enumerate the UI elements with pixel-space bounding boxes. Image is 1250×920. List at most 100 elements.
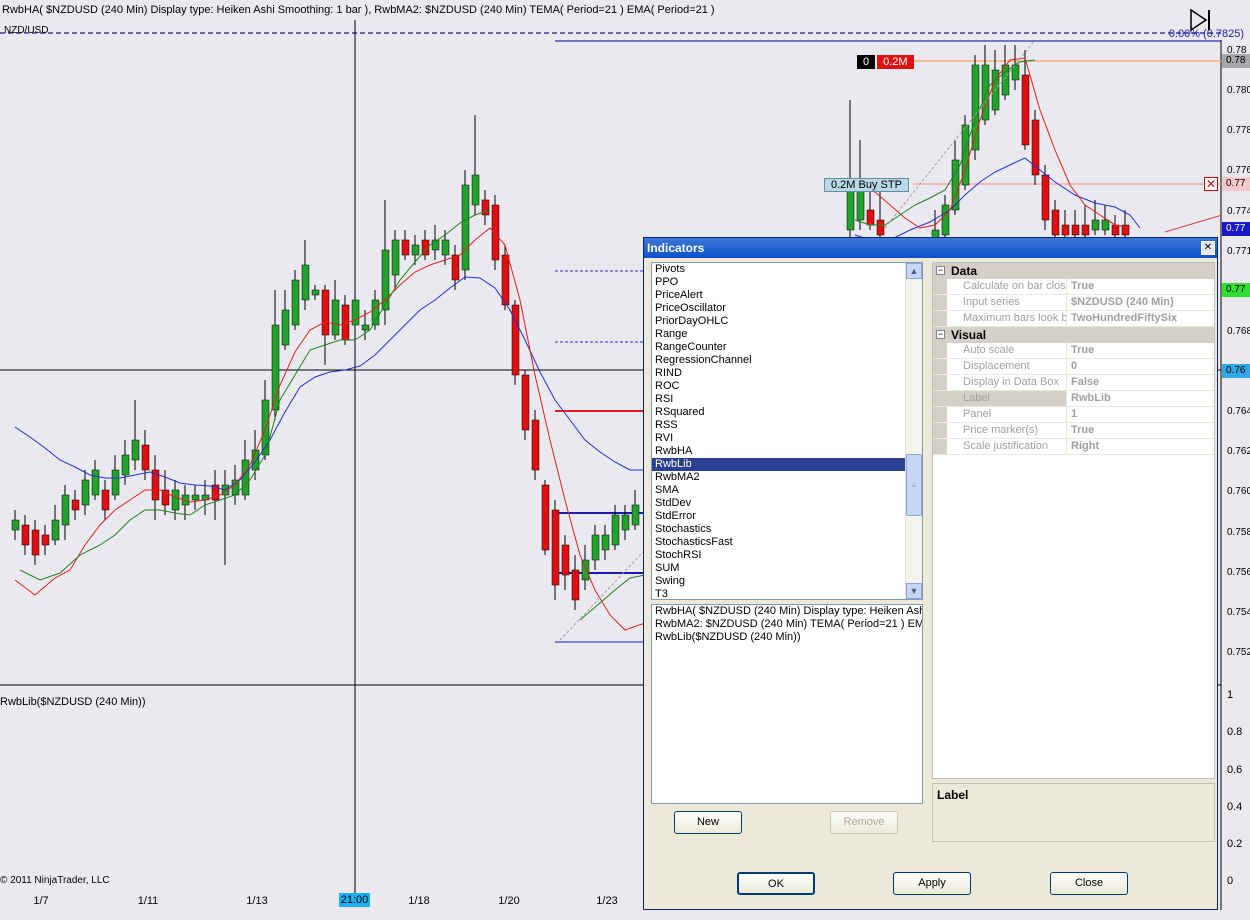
list-scrollbar[interactable]: ▲ ≡ ▼ [905,263,922,599]
remove-button[interactable]: Remove [830,811,898,834]
lower-axis-tick: 0.6 [1227,764,1243,776]
property-row[interactable]: Scale justification Right [933,439,1214,455]
property-description: Label [932,783,1215,842]
candle-body [351,299,360,326]
indicator-list-item[interactable]: Swing [652,575,922,588]
indicator-list-item[interactable]: RVI [652,432,922,445]
indicator-list-item[interactable]: RSS [652,419,922,432]
indicator-list-item[interactable]: RIND [652,367,922,380]
indicator-list-item[interactable]: StdError [652,510,922,523]
category-visual[interactable]: − Visual [933,327,1214,343]
scroll-thumb[interactable]: ≡ [906,454,922,516]
collapse-icon[interactable]: − [936,266,945,275]
price-tick: 0.768 [1227,326,1250,337]
lower-axis-tick: 0.4 [1227,801,1243,813]
candle-body [451,254,460,281]
property-name: Auto scale [933,343,1067,358]
property-value[interactable]: 1 [1067,407,1214,422]
indicator-list-item[interactable]: StochRSI [652,549,922,562]
property-row[interactable]: Display in Data Box False [933,375,1214,391]
scroll-down-icon[interactable]: ▼ [906,583,922,599]
candle-body [471,174,480,206]
property-value[interactable]: RwbLib [1067,391,1214,406]
indicator-list-item[interactable]: PriceAlert [652,289,922,302]
candle-body [631,504,640,526]
dialog-title[interactable]: Indicators [644,238,1217,258]
property-row[interactable]: Auto scale True [933,343,1214,359]
property-value[interactable]: Right [1067,439,1214,454]
property-value[interactable]: TwoHundredFiftySix [1067,311,1214,326]
candle-body [411,244,420,256]
band-line [19,209,491,581]
lower-panel-label: RwbLib($NZDUSD (240 Min)) [0,696,146,708]
indicator-list-item[interactable]: Pivots [652,263,922,276]
indicator-list-item[interactable]: RwbHA [652,445,922,458]
indicator-list-item[interactable]: RegressionChannel [652,354,922,367]
candle-body [91,469,100,496]
property-value[interactable]: False [1067,375,1214,390]
new-button[interactable]: New [674,811,742,834]
scroll-up-icon[interactable]: ▲ [906,263,922,279]
indicator-list-item[interactable]: RwbMA2 [652,471,922,484]
candle-body [121,454,130,476]
indicator-list-item[interactable]: PriorDayOHLC [652,315,922,328]
order-quantity-marker[interactable]: 0 0.2M [857,55,914,69]
property-value[interactable]: True [1067,423,1214,438]
candle-body [1111,224,1120,236]
property-row[interactable]: Panel 1 [933,407,1214,423]
property-row[interactable]: Label RwbLib [933,391,1214,407]
close-button[interactable]: Close [1050,872,1128,895]
applied-indicators-list[interactable]: RwbHA( $NZDUSD (240 Min) Display type: H… [651,604,923,804]
applied-item[interactable]: RwbHA( $NZDUSD (240 Min) Display type: H… [652,605,922,618]
indicator-list-item[interactable]: Stochastics [652,523,922,536]
indicator-list-item[interactable]: PPO [652,276,922,289]
indicator-list-item[interactable]: PriceOscillator [652,302,922,315]
property-name: Displacement [933,359,1067,374]
candle-body [1091,219,1100,231]
property-row[interactable]: Calculate on bar close True [933,279,1214,295]
property-row[interactable]: Price marker(s) True [933,423,1214,439]
candle-body [1021,74,1030,146]
order-qty-a: 0 [857,55,876,69]
indicator-list-item[interactable]: RSquared [652,406,922,419]
candle-body [311,289,320,296]
indicator-list-item[interactable]: Range [652,328,922,341]
candle-body [876,219,885,236]
cancel-order-icon[interactable]: ✕ [1204,177,1218,191]
collapse-icon[interactable]: − [936,330,945,339]
candle-body [291,279,300,326]
indicator-list[interactable]: Pivots PPO PriceAlert PriceOscillator PriorD… [651,262,923,600]
indicator-list-item[interactable]: T3 [652,588,922,599]
applied-item[interactable]: RwbLib($NZDUSD (240 Min)) [652,631,922,644]
property-value[interactable]: 0 [1067,359,1214,374]
close-icon[interactable]: ✕ [1201,241,1215,255]
candle-body [461,184,470,271]
buy-stop-order[interactable]: 0.2M Buy STP [824,178,909,192]
indicator-list-item[interactable]: RSI [652,393,922,406]
indicators-dialog[interactable]: Indicators ✕ Pivots PPO PriceAlert PriceOsc… [643,237,1218,910]
applied-item[interactable]: RwbMA2: $NZDUSD (240 Min) TEMA( Period=2… [652,618,922,631]
indicator-list-item[interactable]: SUM [652,562,922,575]
candle-body [1081,224,1090,236]
property-row[interactable]: Maximum bars look backTwoHundredFiftySix [933,311,1214,327]
indicator-list-item[interactable]: ROC [652,380,922,393]
property-value[interactable]: True [1067,279,1214,294]
ok-button[interactable]: OK [737,872,815,895]
property-name: Scale justification [933,439,1067,454]
property-name: Calculate on bar close [933,279,1067,294]
indicator-list-item[interactable]: RwbLib [652,458,907,471]
apply-button[interactable]: Apply [893,872,971,895]
property-value[interactable]: True [1067,343,1214,358]
property-name: Input series [933,295,1067,310]
chart-header: RwbHA( $NZDUSD (240 Min) Display type: H… [2,4,715,16]
property-row[interactable]: Displacement 0 [933,359,1214,375]
indicator-list-item[interactable]: SMA [652,484,922,497]
indicator-list-item[interactable]: RangeCounter [652,341,922,354]
property-row[interactable]: Input series $NZDUSD (240 Min) [933,295,1214,311]
property-value[interactable]: $NZDUSD (240 Min) [1067,295,1214,310]
property-grid[interactable]: − Data Calculate on bar close True Input se… [932,262,1215,779]
play-end-icon[interactable] [1188,7,1214,33]
category-data[interactable]: − Data [933,263,1214,279]
indicator-list-item[interactable]: StdDev [652,497,922,510]
indicator-list-item[interactable]: StochasticsFast [652,536,922,549]
